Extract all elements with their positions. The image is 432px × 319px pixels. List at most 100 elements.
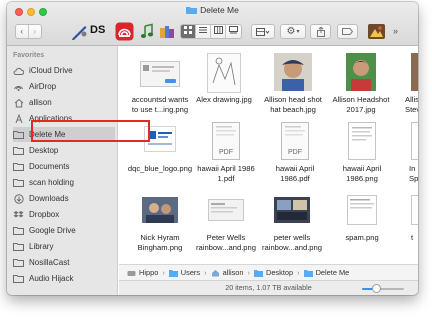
sidebar-item-label: AirDrop bbox=[29, 82, 57, 91]
breadcrumb-users[interactable]: Users bbox=[168, 268, 200, 277]
slider-knob[interactable] bbox=[372, 284, 382, 293]
photo-thumbnail bbox=[411, 53, 418, 91]
sidebar-item-downloads[interactable]: Downloads bbox=[13, 191, 115, 206]
gear-icon: ⚙ bbox=[286, 26, 296, 37]
status-text: 20 items, 1.07 TB available bbox=[225, 283, 312, 292]
folder-icon bbox=[253, 269, 263, 277]
folder-icon bbox=[13, 130, 24, 140]
breadcrumb-hippo[interactable]: Hippo bbox=[127, 268, 158, 277]
sidebar-item-documents[interactable]: Documents bbox=[13, 159, 115, 174]
file-name: Allison Headshot 2017.jpg bbox=[332, 95, 390, 114]
list-view-button[interactable] bbox=[196, 25, 211, 38]
screenshot-thumbnail bbox=[142, 197, 178, 223]
action-button[interactable]: ⚙ ▾ bbox=[280, 24, 306, 39]
sidebar-item-label: Applications bbox=[29, 114, 73, 123]
breadcrumb-desktop[interactable]: Desktop bbox=[253, 268, 293, 277]
sidebar-item-scan-holding[interactable]: scan holding bbox=[13, 175, 115, 190]
document-thumbnail bbox=[411, 122, 418, 160]
cloud-icon bbox=[13, 66, 24, 76]
sidebar: Favorites iCloud Drive AirDrop allison A… bbox=[7, 46, 118, 295]
chevron-right-icon[interactable]: › bbox=[29, 25, 41, 38]
sidebar-item-desktop[interactable]: Desktop bbox=[13, 143, 115, 158]
sidebar-item-label: Desktop bbox=[29, 146, 59, 155]
chevron-right-icon: › bbox=[247, 268, 250, 277]
broadcast-icon[interactable] bbox=[115, 22, 134, 41]
gallery-icon bbox=[229, 26, 238, 34]
list-icon bbox=[199, 27, 207, 33]
folder-icon bbox=[13, 178, 24, 188]
back-forward-group: ‹ › bbox=[15, 24, 42, 39]
sidebar-item-label: iCloud Drive bbox=[29, 66, 73, 75]
view-mode-control bbox=[180, 24, 242, 39]
breadcrumb-delete-me[interactable]: Delete Me bbox=[303, 268, 349, 277]
folder-icon bbox=[13, 146, 24, 156]
music-note-icon[interactable] bbox=[138, 22, 157, 41]
folder-icon bbox=[303, 269, 313, 277]
home-icon bbox=[211, 269, 219, 276]
path-bar: Hippo › Users › allison › Desktop › Dele… bbox=[119, 264, 418, 280]
window-title: Delete Me bbox=[7, 5, 418, 15]
sidebar-item-label: Google Drive bbox=[29, 226, 76, 235]
sidebar-item-label: Audio Hijack bbox=[29, 274, 74, 283]
document-thumbnail bbox=[347, 195, 377, 225]
ds-app-icon[interactable]: DS bbox=[90, 24, 105, 36]
breadcrumb-allison[interactable]: allison bbox=[211, 268, 244, 277]
pdf-thumbnail: PDF bbox=[281, 122, 309, 160]
image-app-icon[interactable] bbox=[367, 22, 386, 41]
sidebar-header: Favorites bbox=[13, 52, 45, 59]
airdrop-icon bbox=[13, 82, 24, 92]
hard-drive-icon bbox=[127, 270, 136, 276]
finder-window: Delete Me ‹ › DS ⚙ ▾ » Favorites iCloud … bbox=[7, 2, 418, 295]
pdf-thumbnail: PDF bbox=[212, 122, 240, 160]
chevron-right-icon: › bbox=[297, 268, 300, 277]
chevron-left-icon[interactable]: ‹ bbox=[16, 25, 29, 38]
sidebar-item-delete-me[interactable]: Delete Me bbox=[13, 127, 115, 142]
document-thumbnail bbox=[348, 122, 376, 160]
folder-icon bbox=[13, 242, 24, 252]
status-bar: 20 items, 1.07 TB available bbox=[119, 280, 418, 295]
tag-icon bbox=[342, 28, 353, 35]
file-name: spam.png bbox=[345, 233, 379, 242]
tags-button[interactable] bbox=[337, 24, 358, 39]
sidebar-item-label: Dropbox bbox=[29, 210, 60, 219]
sidebar-item-dropbox[interactable]: Dropbox bbox=[13, 207, 115, 222]
sidebar-item-label: scan holding bbox=[29, 178, 74, 187]
icon-size-slider[interactable] bbox=[362, 284, 404, 293]
home-icon bbox=[13, 98, 24, 108]
folder-icon bbox=[13, 258, 24, 268]
sidebar-item-library[interactable]: Library bbox=[13, 239, 115, 254]
sidebar-item-allison[interactable]: allison bbox=[13, 95, 115, 110]
icon-view-button[interactable] bbox=[181, 25, 196, 38]
share-button[interactable] bbox=[310, 24, 331, 39]
sidebar-item-audio-hijack[interactable]: Audio Hijack bbox=[13, 271, 115, 286]
group-by-button[interactable] bbox=[251, 24, 275, 39]
share-icon bbox=[316, 26, 325, 37]
column-view-button[interactable] bbox=[211, 25, 226, 38]
sidebar-item-icloud-drive[interactable]: iCloud Drive bbox=[13, 63, 115, 78]
folder-icon bbox=[13, 226, 24, 236]
folder-icon bbox=[13, 274, 24, 284]
sidebar-item-google-drive[interactable]: Google Drive bbox=[13, 223, 115, 238]
file-name: AllisStev bbox=[405, 95, 418, 114]
screenshot-thumbnail bbox=[208, 199, 244, 221]
dialog-thumbnail bbox=[140, 61, 180, 87]
logo-thumbnail bbox=[144, 126, 176, 152]
sidebar-item-label: Downloads bbox=[29, 194, 69, 203]
document-thumbnail bbox=[411, 195, 418, 225]
pen-tool-icon[interactable] bbox=[70, 22, 89, 41]
sidebar-item-label: Documents bbox=[29, 162, 70, 171]
photo-thumbnail bbox=[346, 53, 376, 91]
folder-icon bbox=[168, 269, 178, 277]
toolbar-overflow-icon[interactable]: » bbox=[393, 26, 398, 36]
sidebar-item-nosillacast[interactable]: NosillaCast bbox=[13, 255, 115, 270]
dropbox-icon bbox=[13, 210, 24, 220]
sidebar-item-airdrop[interactable]: AirDrop bbox=[13, 79, 115, 94]
file-name: InSpac bbox=[409, 164, 418, 183]
pdf-badge: PDF bbox=[219, 149, 233, 156]
pdf-badge: PDF bbox=[288, 149, 302, 156]
chevron-down-icon: ▾ bbox=[296, 29, 300, 35]
books-icon[interactable] bbox=[158, 22, 177, 41]
toolbar: Delete Me ‹ › DS ⚙ ▾ » bbox=[7, 2, 418, 46]
sidebar-item-applications[interactable]: Applications bbox=[13, 111, 115, 126]
gallery-view-button[interactable] bbox=[226, 25, 241, 38]
